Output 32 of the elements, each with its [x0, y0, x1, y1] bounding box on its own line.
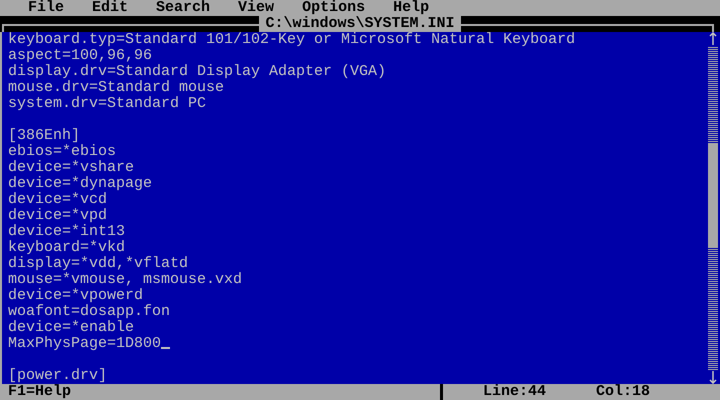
text-line: display.drv=Standard Display Adapter (VGA)	[8, 63, 386, 80]
text-line: device=*int13	[8, 223, 126, 240]
text-line: ebios=*ebios	[8, 143, 116, 160]
menu-item[interactable]: Search	[152, 0, 214, 16]
menu-item[interactable]: Help	[389, 0, 434, 16]
text-line: device=*vpd	[8, 207, 108, 224]
menu-item[interactable]: View	[234, 0, 278, 16]
text-line: [power.drv]	[8, 367, 108, 384]
scrollbar[interactable]	[708, 32, 718, 384]
text-line: aspect=100,96,96	[8, 47, 152, 64]
menu-item[interactable]: File	[24, 0, 68, 16]
text-line: woafont=dosapp.fon	[8, 303, 170, 320]
text-line: display=*vdd,*vflatd	[8, 255, 188, 272]
menu-item[interactable]: Options	[298, 0, 370, 16]
text-line: device=*enable	[8, 319, 134, 336]
column-number: Col:18	[596, 384, 650, 400]
scroll-thumb[interactable]	[708, 144, 718, 248]
text-line: device=*vcd	[8, 191, 108, 208]
file-title: C:\windows\SYSTEM.INI	[259, 16, 461, 32]
text-line: system.drv=Standard PC	[8, 95, 206, 112]
text-line: keyboard.typ=Standard 101/102-Key or Microsoft Natural Keyboard	[8, 31, 576, 48]
text-line: mouse=*vmouse, msmouse.vxd	[8, 271, 242, 288]
text-line: device=*vpowerd	[8, 287, 144, 304]
text-line: device=*dynapage	[8, 175, 152, 192]
text-line: mouse.drv=Standard mouse	[8, 79, 224, 96]
help-hint: F1=Help	[7, 384, 72, 400]
text-line: device=*vshare	[8, 159, 134, 176]
text-line: keyboard=*vkd	[8, 239, 126, 256]
menu-item[interactable]: Edit	[88, 0, 132, 16]
text-line: [386Enh]	[8, 127, 80, 144]
text-line: MaxPhysPage=1D800	[8, 335, 162, 352]
line-number: Line:44	[482, 384, 546, 400]
